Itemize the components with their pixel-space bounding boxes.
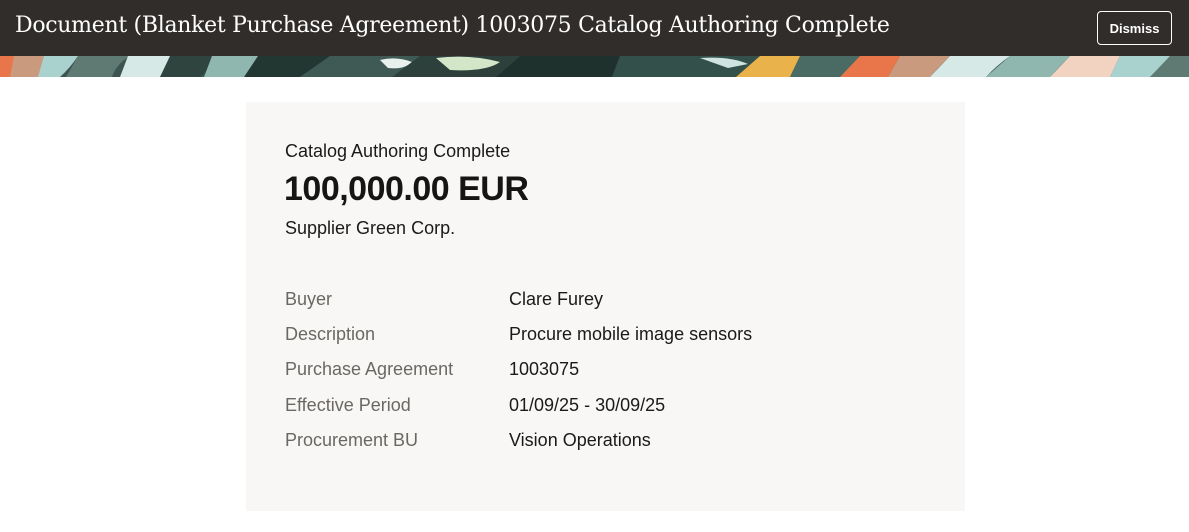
detail-value: Procure mobile image sensors [509, 324, 753, 344]
detail-row-purchase-agreement: Purchase Agreement 1003075 [285, 359, 925, 385]
detail-value: Vision Operations [509, 430, 651, 450]
page-header: Document (Blanket Purchase Agreement) 10… [0, 0, 1189, 56]
page-title: Document (Blanket Purchase Agreement) 10… [15, 13, 890, 38]
detail-label: Purchase Agreement [285, 359, 454, 379]
detail-label: Effective Period [285, 395, 411, 415]
detail-label: Procurement BU [285, 430, 419, 450]
detail-row-effective-period: Effective Period 01/09/25 - 30/09/25 [285, 395, 925, 421]
agreement-card: Catalog Authoring Complete 100,000.00 EU… [246, 102, 965, 511]
detail-value: 01/09/25 - 30/09/25 [509, 395, 666, 415]
banner-pattern [0, 56, 1189, 77]
detail-label: Description [285, 324, 376, 344]
detail-row-procurement-bu: Procurement BU Vision Operations [285, 430, 925, 456]
dismiss-button[interactable]: Dismiss [1097, 11, 1172, 45]
amount-value: 100,000.00 EUR [284, 170, 529, 208]
detail-label: Buyer [285, 289, 333, 309]
detail-row-description: Description Procure mobile image sensors [285, 324, 925, 350]
status-text: Catalog Authoring Complete [285, 141, 511, 161]
detail-value: Clare Furey [509, 289, 604, 309]
detail-row-buyer: Buyer Clare Furey [285, 289, 925, 315]
supplier-name: Supplier Green Corp. [285, 218, 456, 238]
detail-value: 1003075 [509, 359, 580, 379]
decorative-banner [0, 56, 1189, 77]
